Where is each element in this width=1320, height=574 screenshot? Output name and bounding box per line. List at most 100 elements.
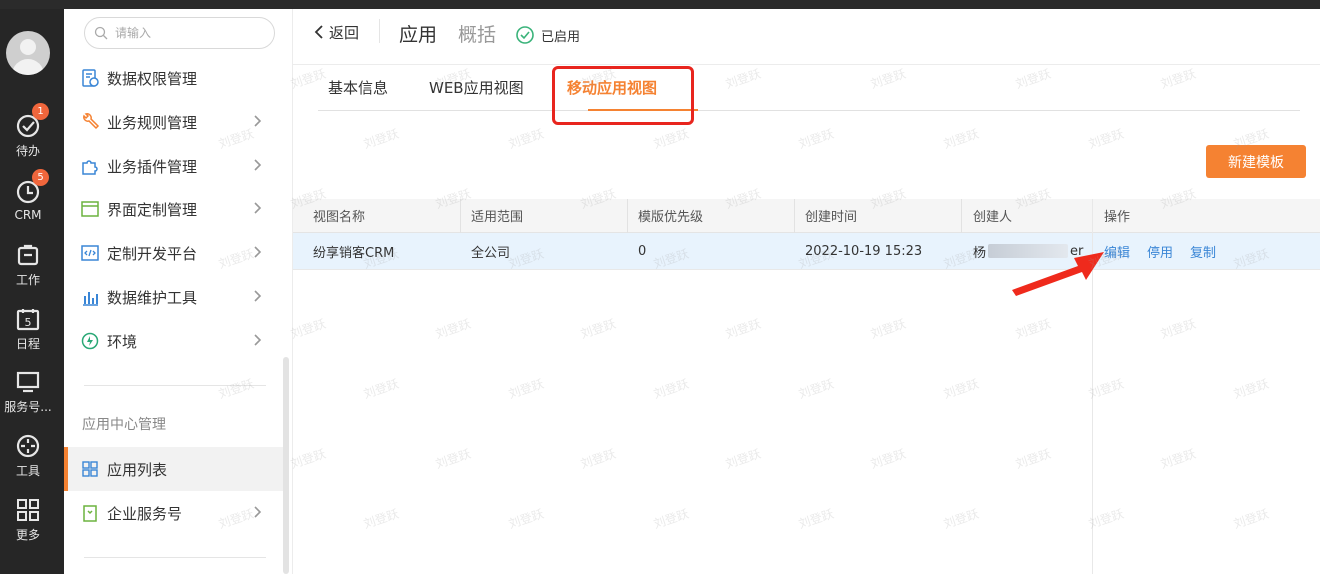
rail-label: 工具 — [15, 464, 40, 478]
rail-item-tools[interactable]: 工具 — [0, 433, 56, 479]
column-header[interactable]: 适用范围 — [471, 199, 523, 232]
check-circle-icon — [515, 25, 535, 45]
rail-item-schedule[interactable]: 5 日程 — [0, 306, 56, 352]
rail-label: 日程 — [15, 337, 40, 351]
top-toolbar-strip — [0, 0, 1320, 9]
column-header[interactable]: 创建时间 — [805, 199, 857, 232]
rail-label: CRM — [14, 208, 42, 222]
secondary-nav: 数据权限管理 业务规则管理 业务插件管理 界面定制管理 — [64, 9, 293, 574]
nav-item-label: 业务插件管理 — [107, 157, 198, 176]
nav-item-environment[interactable]: 环境 — [64, 319, 287, 363]
wrench-icon — [80, 112, 100, 132]
nav-item-business-rules[interactable]: 业务规则管理 — [64, 100, 287, 144]
bar-chart-icon — [80, 287, 100, 307]
rail-item-crm[interactable]: 5 CRM — [0, 169, 56, 222]
service-account-icon — [80, 503, 100, 523]
nav-item-data-maintenance[interactable]: 数据维护工具 — [64, 275, 287, 319]
left-rail: 1 待办 5 CRM 工作 5 日程 服务号... 工具 更多 — [0, 9, 64, 574]
nav-item-label: 界面定制管理 — [107, 200, 198, 219]
user-avatar[interactable] — [6, 31, 50, 75]
table-row[interactable]: 纷享销客CRM 全公司 0 2022-10-19 15:23 杨 er 编辑 停… — [293, 233, 1320, 270]
nav-item-ui-customization[interactable]: 界面定制管理 — [64, 187, 287, 231]
status-text: 已启用 — [541, 29, 581, 45]
rail-label: 待办 — [15, 144, 40, 158]
crosshair-icon — [15, 433, 41, 459]
app-root: 1 待办 5 CRM 工作 5 日程 服务号... 工具 更多 请输入 数据权限… — [0, 0, 1320, 574]
chevron-right-icon — [253, 201, 263, 215]
window-icon — [80, 199, 100, 219]
page-header: 返回 应用 概括 已启用 — [293, 9, 1320, 59]
todo-badge: 1 — [32, 103, 49, 120]
chevron-right-icon — [253, 158, 263, 172]
cell-actions: 编辑 停用 复制 — [1104, 233, 1216, 269]
tab-bar: 基本信息 WEB应用视图 移动应用视图 — [318, 65, 1300, 111]
chevron-right-icon — [253, 114, 263, 128]
column-header[interactable]: 视图名称 — [313, 199, 365, 232]
rail-label: 更多 — [15, 528, 40, 542]
rail-label: 服务号... — [4, 400, 52, 414]
nav-divider — [84, 385, 266, 386]
header-divider — [379, 19, 380, 43]
column-header[interactable]: 创建人 — [973, 199, 1012, 232]
column-header: 操作 — [1104, 210, 1131, 225]
calendar-day: 5 — [25, 316, 32, 329]
annotation-arrow-icon — [1012, 252, 1104, 296]
nav-section-title: 应用中心管理 — [82, 417, 166, 433]
crm-badge: 5 — [32, 169, 49, 186]
monitor-icon — [15, 369, 41, 395]
nav-item-enterprise-service[interactable]: 企业服务号 — [64, 491, 287, 535]
nav-divider — [84, 557, 266, 558]
rail-item-todo[interactable]: 1 待办 — [0, 103, 56, 159]
check-circle-icon: 1 — [15, 103, 49, 139]
main-content: 返回 应用 概括 已启用 基本信息 WEB应用视图 移动应用视图 新建模板 视图… — [293, 9, 1320, 574]
nav-item-label: 定制开发平台 — [107, 244, 198, 263]
cell-scope: 全公司 — [471, 245, 511, 261]
nav-item-data-permission[interactable]: 数据权限管理 — [64, 56, 287, 100]
tab-web-view[interactable]: WEB应用视图 — [429, 77, 524, 98]
rail-label: 工作 — [15, 273, 40, 287]
nav-item-dev-platform[interactable]: 定制开发平台 — [64, 231, 287, 275]
column-header[interactable]: 模版优先级 — [638, 199, 703, 232]
column-separator — [627, 199, 628, 233]
crm-clock-icon: 5 — [15, 169, 49, 205]
cell-view-name: 纷享销客CRM — [313, 245, 395, 261]
page-subtitle[interactable]: 概括 — [458, 20, 496, 47]
cell-created-at: 2022-10-19 15:23 — [805, 243, 923, 259]
new-template-button[interactable]: 新建模板 — [1206, 145, 1306, 178]
disable-link[interactable]: 停用 — [1147, 242, 1173, 261]
nav-item-business-plugins[interactable]: 业务插件管理 — [64, 144, 287, 188]
nav-item-label: 数据维护工具 — [107, 288, 198, 307]
nav-scrollbar[interactable] — [283, 357, 289, 574]
table-header-row: 视图名称 适用范围 模版优先级 创建时间 创建人 操作 — [293, 199, 1320, 233]
grid-icon — [15, 497, 41, 523]
data-permission-icon — [80, 68, 100, 88]
nav-item-label: 数据权限管理 — [107, 69, 198, 88]
chevron-right-icon — [253, 245, 263, 259]
rail-item-more[interactable]: 更多 — [0, 497, 56, 543]
app-list-icon — [80, 459, 100, 479]
search-icon — [94, 26, 108, 40]
nav-item-label: 企业服务号 — [107, 504, 183, 523]
nav-item-app-list[interactable]: 应用列表 — [64, 447, 287, 491]
back-button[interactable]: 返回 — [313, 21, 359, 43]
column-separator — [794, 199, 795, 233]
highlight-box — [552, 66, 694, 125]
column-separator — [460, 199, 461, 233]
views-table: 视图名称 适用范围 模版优先级 创建时间 创建人 操作 纷享销客CRM 全公司 … — [293, 199, 1320, 270]
nav-search — [84, 17, 275, 49]
puzzle-icon — [80, 156, 100, 176]
chevron-right-icon — [253, 505, 263, 519]
tab-basic-info[interactable]: 基本信息 — [328, 77, 388, 98]
search-input[interactable] — [115, 23, 265, 43]
rail-item-service[interactable]: 服务号... — [0, 369, 56, 415]
nav-item-label: 环境 — [107, 332, 138, 351]
chevron-right-icon — [253, 333, 263, 347]
creator-prefix: 杨 — [973, 245, 987, 261]
chevron-right-icon — [253, 289, 263, 303]
copy-link[interactable]: 复制 — [1190, 242, 1216, 261]
environment-icon — [80, 331, 100, 351]
nav-item-label: 业务规则管理 — [107, 113, 198, 132]
chevron-left-icon — [313, 24, 325, 40]
briefcase-icon — [15, 242, 41, 268]
rail-item-work[interactable]: 工作 — [0, 242, 56, 288]
